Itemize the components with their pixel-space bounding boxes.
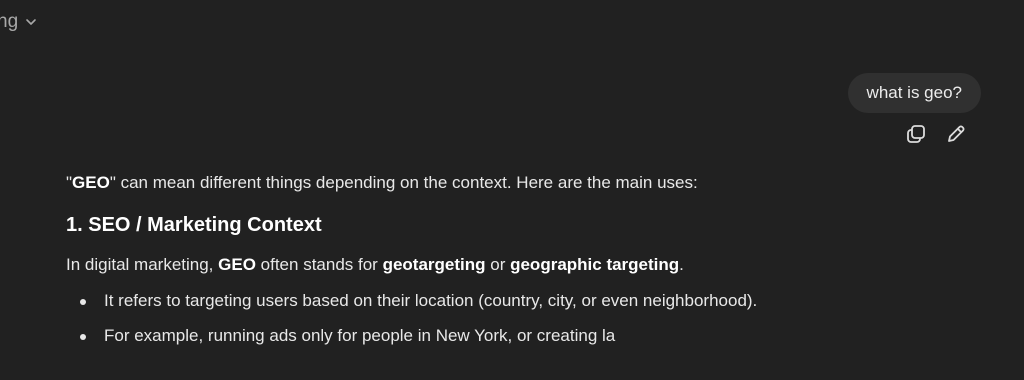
message-actions	[904, 123, 968, 149]
intro-paragraph: "GEO" can mean different things dependin…	[66, 170, 966, 196]
list-item: It refers to targeting users based on th…	[66, 288, 966, 314]
para-text-3: or	[485, 255, 511, 274]
section-heading: 1. SEO / Marketing Context	[66, 214, 322, 236]
para-bold-geo: GEO	[218, 255, 256, 274]
copy-button[interactable]	[904, 123, 928, 149]
model-label: ng	[0, 11, 19, 32]
user-message-text: what is geo?	[866, 83, 962, 102]
bullet-list: It refers to targeting users based on th…	[66, 288, 966, 349]
list-item: For example, running ads only for people…	[66, 323, 966, 349]
assistant-message: "GEO" can mean different things dependin…	[66, 170, 966, 358]
marketing-paragraph: In digital marketing, GEO often stands f…	[66, 252, 966, 278]
para-text-1: In digital marketing,	[66, 255, 219, 274]
para-text-4: .	[679, 255, 684, 274]
chevron-down-icon	[24, 15, 38, 29]
chat-view: ng what is geo? "GEO" can mean different…	[0, 0, 1024, 380]
para-bold-geotargeting: geotargeting	[382, 255, 486, 274]
model-switcher[interactable]: ng	[0, 11, 38, 33]
copy-icon	[905, 123, 927, 150]
edit-button[interactable]	[944, 123, 968, 149]
user-message-bubble: what is geo?	[847, 73, 981, 113]
para-text-2: often stands for	[255, 255, 383, 274]
edit-icon	[945, 123, 967, 150]
intro-bold-geo: GEO	[72, 173, 110, 192]
intro-text: " can mean different things depending on…	[109, 173, 698, 192]
para-bold-geographic-targeting: geographic targeting	[510, 255, 680, 274]
